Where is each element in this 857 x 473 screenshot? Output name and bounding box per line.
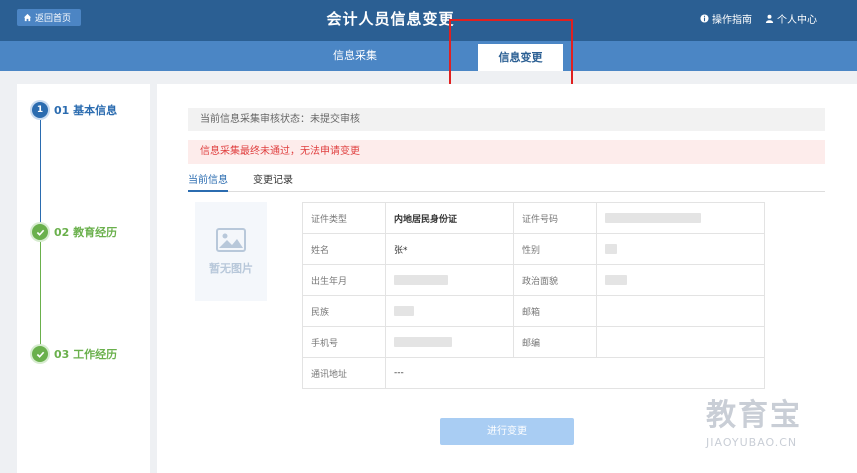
- top-header: 返回首页 会计人员信息变更 操作指南 个人中心: [0, 0, 857, 41]
- table-row: 出生年月 政治面貌: [302, 264, 765, 296]
- redacted-value: [394, 305, 414, 316]
- cell-value: [385, 264, 514, 296]
- alert-message: 信息采集最终未通过，无法申请变更: [188, 140, 825, 164]
- cell-label: 政治面貌: [513, 264, 597, 296]
- cell-label: 证件类型: [302, 202, 386, 234]
- cell-label: 民族: [302, 295, 386, 327]
- step-label: 01 基本信息: [54, 104, 118, 117]
- cell-value: [596, 264, 765, 296]
- step-label: 03 工作经历: [54, 348, 118, 361]
- image-icon: [216, 227, 246, 252]
- subtab-change-history[interactable]: 变更记录: [253, 174, 293, 192]
- step-work-experience[interactable]: 03 工作经历: [32, 346, 117, 362]
- table-row: 姓名 张* 性别: [302, 233, 765, 265]
- cell-label: 证件号码: [513, 202, 597, 234]
- cell-label: 出生年月: [302, 264, 386, 296]
- cell-value: [596, 202, 765, 234]
- step-number-marker: 1: [32, 102, 48, 118]
- table-row: 民族 邮箱: [302, 295, 765, 327]
- cell-label: 邮箱: [513, 295, 597, 327]
- cell-label: 手机号: [302, 326, 386, 358]
- photo-placeholder-text: 暂无图片: [209, 261, 253, 275]
- photo-placeholder: 暂无图片: [195, 202, 267, 301]
- address-value: ---: [385, 357, 765, 389]
- cell-label: 性别: [513, 233, 597, 265]
- main-tabbar: 信息采集 信息变更: [0, 41, 857, 71]
- table-row: 通讯地址 ---: [302, 357, 765, 389]
- step-education[interactable]: 02 教育经历: [32, 224, 117, 240]
- tab-info-collection[interactable]: 信息采集: [305, 41, 405, 71]
- cell-value: [385, 326, 514, 358]
- redacted-value: [605, 212, 701, 223]
- step-connector: [40, 242, 41, 346]
- step-connector: [40, 120, 41, 224]
- table-row: 手机号 邮编: [302, 326, 765, 358]
- id-type-value: 内地居民身份证: [394, 214, 458, 225]
- cell-label: 邮编: [513, 326, 597, 358]
- page-title: 会计人员信息变更: [326, 10, 455, 28]
- info-icon: [700, 14, 709, 23]
- redacted-value: [605, 274, 627, 285]
- tab-info-change[interactable]: 信息变更: [478, 44, 563, 71]
- watermark-logo: 教育宝 JIAOYUBAO.CN: [706, 390, 846, 460]
- watermark-url: JIAOYUBAO.CN: [706, 436, 798, 449]
- redacted-value: [394, 274, 448, 285]
- help-link-label: 操作指南: [712, 15, 752, 26]
- user-center-link[interactable]: 个人中心: [765, 11, 817, 26]
- apply-change-button[interactable]: 进行变更: [440, 418, 574, 445]
- info-table: 证件类型 内地居民身份证 证件号码 姓名 张* 性别 出生年月 政治面貌 民族 …: [302, 202, 765, 389]
- redacted-value: [605, 243, 617, 254]
- cell-value: [596, 295, 765, 327]
- review-status-bar: 当前信息采集审核状态：未提交审核: [188, 108, 825, 131]
- table-row: 证件类型 内地居民身份证 证件号码: [302, 202, 765, 234]
- cell-value: [385, 295, 514, 327]
- cell-value: [596, 233, 765, 265]
- user-icon: [765, 14, 774, 23]
- cell-value: 内地居民身份证: [385, 202, 514, 234]
- check-icon: [32, 224, 48, 240]
- cell-value: [596, 326, 765, 358]
- cell-label: 通讯地址: [302, 357, 386, 389]
- step-sidebar: 1 01 基本信息 02 教育经历 03 工作经历: [17, 84, 150, 473]
- step-basic-info[interactable]: 1 01 基本信息: [32, 102, 117, 118]
- user-center-label: 个人中心: [777, 15, 817, 26]
- check-icon: [32, 346, 48, 362]
- watermark-text: 教育宝: [706, 398, 802, 433]
- help-link[interactable]: 操作指南: [700, 11, 752, 26]
- redacted-value: [394, 336, 452, 347]
- cell-value: 张*: [385, 233, 514, 265]
- step-label: 02 教育经历: [54, 226, 118, 239]
- subtab-current-info[interactable]: 当前信息: [188, 174, 228, 192]
- sub-tabs: 当前信息 变更记录: [188, 174, 825, 192]
- cell-label: 姓名: [302, 233, 386, 265]
